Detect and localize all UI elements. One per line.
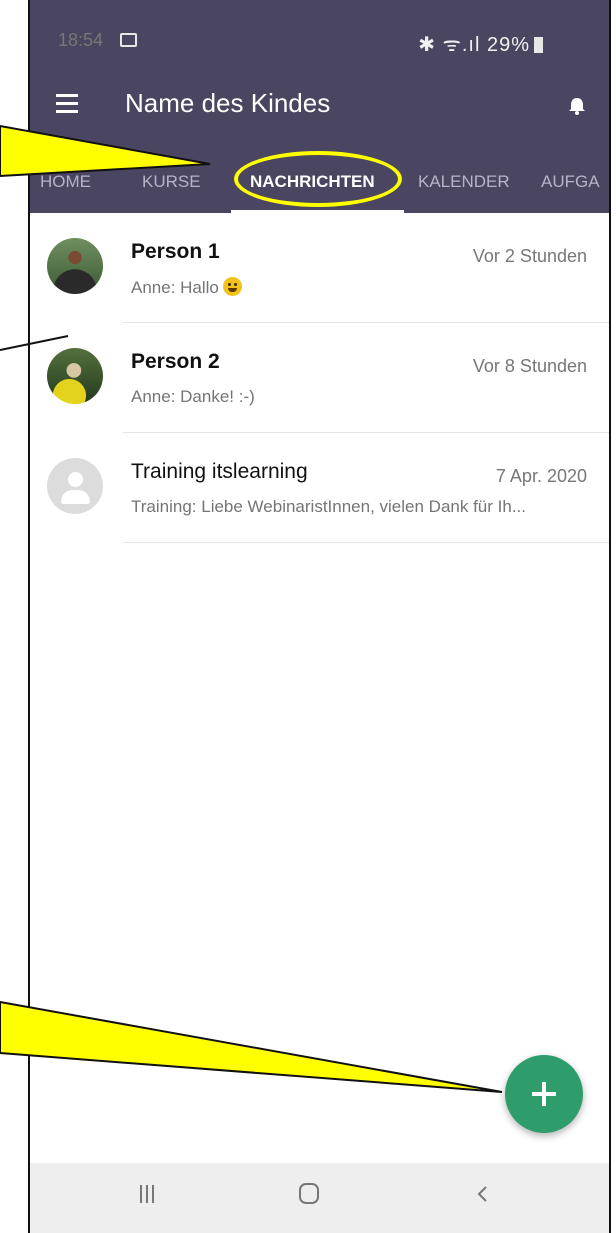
status-indicators: ✱ ᯤ.ıl 29% <box>418 30 543 57</box>
avatar-placeholder-icon <box>47 458 103 514</box>
conversation-preview: Anne: Hallo <box>131 277 242 298</box>
avatar <box>47 348 103 404</box>
tab-aufgaben[interactable]: AUFGA <box>541 172 600 192</box>
conversation-name: Person 2 <box>131 350 220 373</box>
recent-apps-icon[interactable] <box>140 1185 154 1203</box>
tab-kalender[interactable]: KALENDER <box>418 172 510 192</box>
preview-text: Anne: Hallo <box>131 278 219 297</box>
highlight-ring <box>234 151 402 207</box>
menu-icon[interactable] <box>56 94 78 118</box>
conversation-time: Vor 8 Stunden <box>472 356 587 376</box>
conversation-name: Person 1 <box>131 240 220 263</box>
tab-home[interactable]: HOME <box>40 172 91 192</box>
list-item[interactable]: Person 1 Vor 2 Stunden Anne: Hallo <box>30 213 609 323</box>
tab-kurse[interactable]: KURSE <box>142 172 201 192</box>
conversation-preview: Training: Liebe WebinaristInnen, vielen … <box>131 497 526 516</box>
conversation-time: 7 Apr. 2020 <box>495 466 587 486</box>
new-message-button[interactable] <box>505 1055 583 1133</box>
phone-screen: 18:54 ✱ ᯤ.ıl 29% Name des Kindes HOME KU… <box>28 0 611 1233</box>
message-list: Person 1 Vor 2 Stunden Anne: Hallo Perso… <box>30 213 609 543</box>
avatar <box>47 238 103 294</box>
conversation-preview: Anne: Danke! :-) <box>131 387 255 406</box>
image-icon <box>120 33 137 47</box>
header: 18:54 ✱ ᯤ.ıl 29% Name des Kindes HOME KU… <box>30 0 609 213</box>
home-icon[interactable] <box>299 1183 319 1204</box>
bell-icon[interactable] <box>567 96 587 116</box>
list-item[interactable]: Person 2 Vor 8 Stunden Anne: Danke! :-) <box>30 323 609 433</box>
list-item[interactable]: Training itslearning 7 Apr. 2020 Trainin… <box>30 433 609 543</box>
battery-icon <box>534 37 543 53</box>
status-bar: 18:54 ✱ ᯤ.ıl 29% <box>30 0 609 70</box>
page-title: Name des Kindes <box>125 88 331 118</box>
conversation-name: Training itslearning <box>131 460 308 483</box>
back-icon[interactable] <box>473 1184 493 1204</box>
system-nav-bar <box>30 1163 609 1233</box>
divider <box>123 542 609 543</box>
conversation-time: Vor 2 Stunden <box>472 246 587 266</box>
status-icons: ✱ ᯤ.ıl 29% <box>418 34 530 56</box>
smile-emoji-icon <box>222 277 242 296</box>
